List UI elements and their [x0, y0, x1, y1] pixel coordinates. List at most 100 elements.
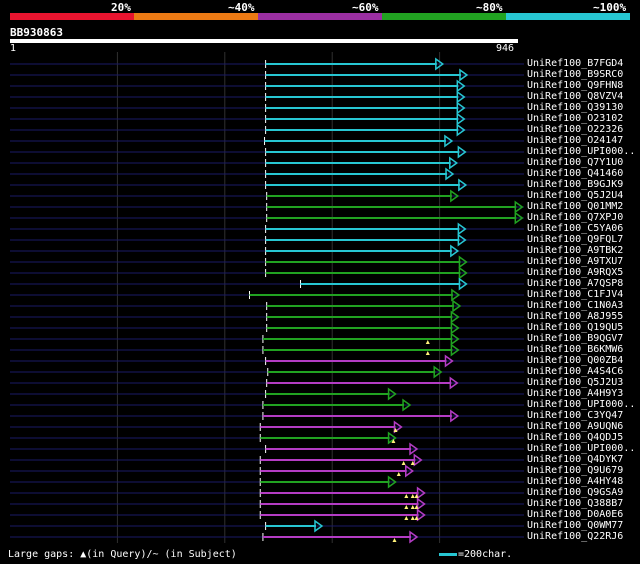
hit-track[interactable] — [10, 156, 524, 170]
hit-track[interactable] — [10, 321, 524, 335]
hit-track[interactable] — [10, 244, 524, 258]
hit-bar — [265, 360, 447, 362]
hit-track[interactable] — [10, 464, 524, 478]
hit-label[interactable]: UniRef100_Q5J2U4 — [527, 190, 623, 201]
hit-label[interactable]: UniRef100_A9TBK2 — [527, 245, 623, 256]
scale-bar — [439, 553, 457, 556]
hit-track[interactable] — [10, 57, 524, 71]
hit-track[interactable] — [10, 376, 524, 390]
hit-label[interactable]: UniRef100_Q9U679 — [527, 465, 623, 476]
hit-track[interactable] — [10, 189, 524, 203]
hit-track[interactable] — [10, 123, 524, 137]
hit-track[interactable] — [10, 79, 524, 93]
query-gap-marker — [425, 351, 430, 355]
hit-track[interactable] — [10, 486, 524, 500]
hit-track[interactable] — [10, 90, 524, 104]
hit-track[interactable] — [10, 255, 524, 269]
query-gap-marker — [410, 516, 415, 520]
hit-bar — [265, 63, 437, 65]
hit-label[interactable]: UniRef100_B9SRC0 — [527, 69, 623, 80]
hit-bar — [265, 448, 412, 450]
hit-track[interactable] — [10, 387, 524, 401]
hit-label[interactable]: UniRef100_B9GJK9 — [527, 179, 623, 190]
hit-label[interactable]: UniRef100_Q7Y1U0 — [527, 157, 623, 168]
hit-track[interactable] — [10, 101, 524, 115]
hit-label[interactable]: UniRef100_Q01MM2 — [527, 201, 623, 212]
hit-track[interactable] — [10, 508, 524, 522]
hit-track[interactable] — [10, 453, 524, 467]
hit-track[interactable] — [10, 299, 524, 313]
hit-label[interactable]: UniRef100_D0A0E6 — [527, 509, 623, 520]
hit-label[interactable]: UniRef100_C1FJV4 — [527, 289, 623, 300]
hit-label[interactable]: UniRef100_Q00ZB4 — [527, 355, 623, 366]
hit-label[interactable]: UniRef100_O24147 — [527, 135, 623, 146]
hit-label[interactable]: UniRef100_A4HY48 — [527, 476, 623, 487]
hit-label[interactable]: UniRef100_UPI000.. — [527, 399, 635, 410]
hit-label[interactable]: UniRef100_Q7XPJ0 — [527, 212, 623, 223]
hit-label[interactable]: UniRef100_Q388B7 — [527, 498, 623, 509]
hit-label[interactable]: UniRef100_A9RQX5 — [527, 267, 623, 278]
hit-track[interactable] — [10, 365, 524, 379]
hit-label[interactable]: UniRef100_A4H9Y3 — [527, 388, 623, 399]
hit-bar — [260, 437, 390, 439]
hit-track[interactable] — [10, 68, 524, 82]
hit-bar — [262, 415, 452, 417]
hit-track[interactable] — [10, 420, 524, 434]
hit-label[interactable]: UniRef100_A9TXU7 — [527, 256, 623, 267]
hit-label[interactable]: UniRef100_A9UQN6 — [527, 421, 623, 432]
hit-track[interactable] — [10, 222, 524, 236]
query-gap-marker — [396, 472, 401, 476]
hit-track[interactable] — [10, 134, 524, 148]
hit-track[interactable] — [10, 277, 524, 291]
hit-label[interactable]: UniRef100_C1N0A3 — [527, 300, 623, 311]
hit-track[interactable] — [10, 431, 524, 445]
hit-label[interactable]: UniRef100_Q5J2U3 — [527, 377, 623, 388]
hit-label[interactable]: UniRef100_Q9GSA9 — [527, 487, 623, 498]
hit-track[interactable] — [10, 409, 524, 423]
hit-label[interactable]: UniRef100_B9QGV7 — [527, 333, 623, 344]
hit-track[interactable] — [10, 211, 524, 225]
hit-label[interactable]: UniRef100_B7FGD4 — [527, 58, 623, 69]
hit-track[interactable] — [10, 497, 524, 511]
hit-track[interactable] — [10, 167, 524, 181]
hit-label[interactable]: UniRef100_B6KMW6 — [527, 344, 623, 355]
hit-label[interactable]: UniRef100_Q4DYK7 — [527, 454, 623, 465]
hit-label[interactable]: UniRef100_Q4QDJ5 — [527, 432, 623, 443]
hit-label[interactable]: UniRef100_A4S4C6 — [527, 366, 623, 377]
hit-track[interactable] — [10, 343, 524, 357]
hit-label[interactable]: UniRef100_A7QSP8 — [527, 278, 623, 289]
hit-bar — [265, 261, 461, 263]
hit-track[interactable] — [10, 200, 524, 214]
hit-label[interactable]: UniRef100_Q8VZV4 — [527, 91, 623, 102]
hit-track[interactable] — [10, 178, 524, 192]
hit-track[interactable] — [10, 145, 524, 159]
hit-label[interactable]: UniRef100_Q9FHN8 — [527, 80, 623, 91]
hit-track[interactable] — [10, 288, 524, 302]
hit-label[interactable]: UniRef100_Q9FQL7 — [527, 234, 623, 245]
hit-label[interactable]: UniRef100_C3YQ47 — [527, 410, 623, 421]
hit-track[interactable] — [10, 530, 524, 544]
hit-track[interactable] — [10, 310, 524, 324]
hit-track[interactable] — [10, 266, 524, 280]
hit-label[interactable]: UniRef100_UPI000.. — [527, 443, 635, 454]
hit-label[interactable]: UniRef100_Q22RJ6 — [527, 531, 623, 542]
hit-track[interactable] — [10, 398, 524, 412]
hit-label[interactable]: UniRef100_C5YA06 — [527, 223, 623, 234]
hit-track[interactable] — [10, 442, 524, 456]
hit-track[interactable] — [10, 112, 524, 126]
hit-label[interactable]: UniRef100_A8J955 — [527, 311, 623, 322]
hit-bar — [265, 393, 390, 395]
hit-track[interactable] — [10, 354, 524, 368]
hit-label[interactable]: UniRef100_UPI000.. — [527, 146, 635, 157]
hit-track[interactable] — [10, 519, 524, 533]
hit-track[interactable] — [10, 475, 524, 489]
hit-label[interactable]: UniRef100_Q41460 — [527, 168, 623, 179]
hit-track[interactable] — [10, 233, 524, 247]
hit-label[interactable]: UniRef100_Q19QU5 — [527, 322, 623, 333]
hit-track[interactable] — [10, 332, 524, 346]
hit-label[interactable]: UniRef100_Q0WM77 — [527, 520, 623, 531]
hit-label[interactable]: UniRef100_O23102 — [527, 113, 623, 124]
hit-label[interactable]: UniRef100_O22326 — [527, 124, 623, 135]
hit-label[interactable]: UniRef100_Q39130 — [527, 102, 623, 113]
hit-bar — [266, 382, 452, 384]
